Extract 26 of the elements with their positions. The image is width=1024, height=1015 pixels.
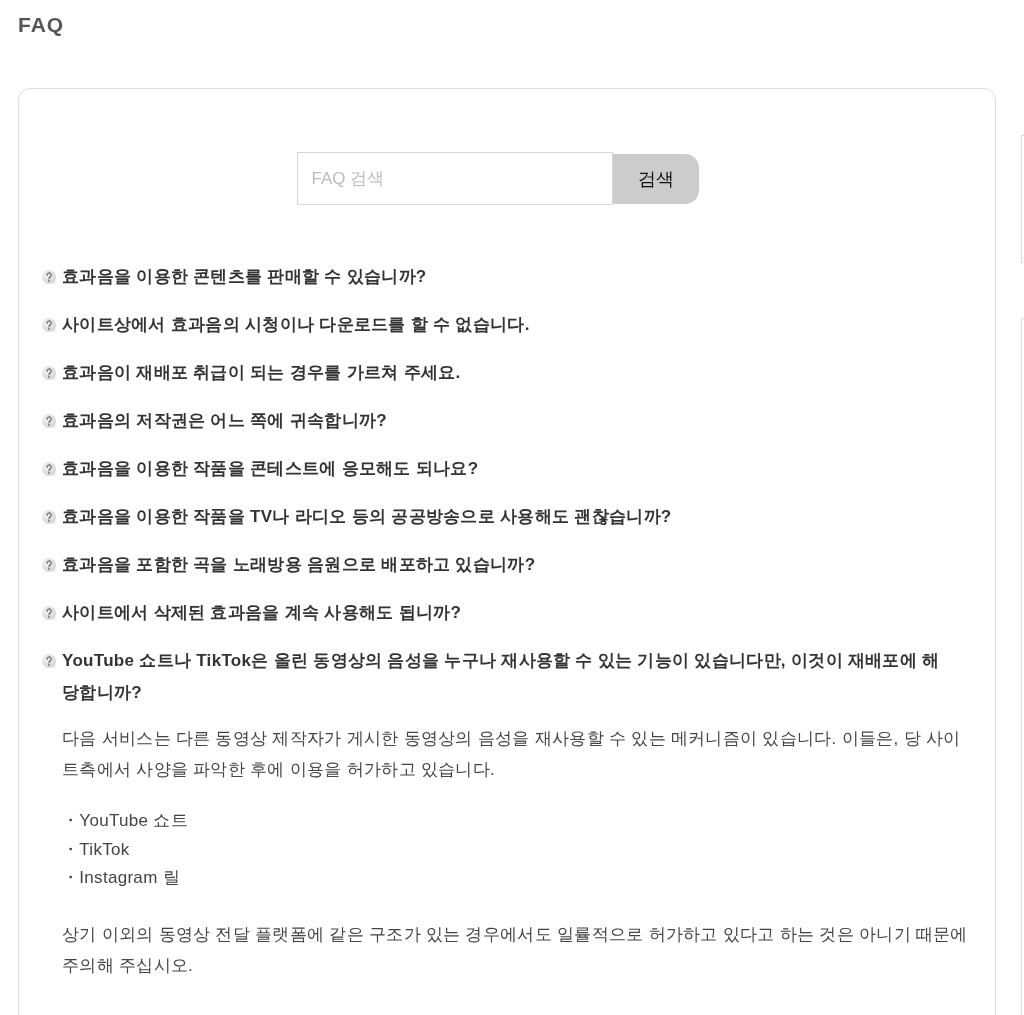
search-field[interactable]: FAQ 검색 (296, 152, 613, 205)
faq-question[interactable]: 사이트상에서 효과음의 시청이나 다운로드를 할 수 없습니다. (42, 309, 530, 341)
faq-question[interactable]: 사이트에서 삭제된 효과음을 계속 사용해도 됩니까? (42, 597, 462, 629)
question-icon (42, 462, 56, 476)
question-icon (42, 606, 56, 620)
list-item: ・Instagram 릴 (62, 867, 180, 889)
faq-question[interactable]: 효과음의 저작권은 어느 쪽에 귀속합니까? (42, 405, 387, 437)
question-icon (42, 318, 56, 332)
question-icon (42, 414, 56, 428)
search-button[interactable]: 검색 (612, 153, 699, 204)
list-item: ・YouTube 쇼트 (62, 810, 188, 832)
faq-question[interactable]: 효과음을 이용한 콘텐츠를 판매할 수 있습니까? (42, 261, 427, 293)
question-icon (42, 270, 56, 284)
question-icon (42, 558, 56, 572)
page-title: FAQ (18, 12, 65, 38)
list-item: ・TikTok (62, 838, 130, 861)
faq-question[interactable]: YouTube 쇼트나 TikTok은 올린 동영상의 음성을 누구나 재사용할 수 있는 기능이 있습니다만, 이것이 재배포에 해당합니까? (42, 645, 951, 709)
faq-question[interactable]: 효과음을 이용한 작품을 TV나 라디오 등의 공공방송으로 사용해도 괜찮습니까? (42, 501, 672, 533)
faq-question[interactable]: 효과음을 이용한 작품을 콘테스트에 응모해도 되나요? (42, 453, 479, 485)
faq-question[interactable]: 효과음이 재배포 취급이 되는 경우를 가르쳐 주세요. (42, 357, 461, 389)
question-icon (42, 366, 56, 380)
question-icon (42, 510, 56, 524)
question-icon (42, 654, 56, 668)
answer-text: 상기 이외의 동영상 전달 플랫폼에 같은 구조가 있는 경우에서도 일률적으로 허가하고 있다고 하는 것은 아니기 때문에 주의해 주십시오. (62, 923, 969, 977)
faq-question[interactable]: 효과음을 포함한 곡을 노래방용 음원으로 배포하고 있습니까? (42, 549, 536, 581)
answer-text: 다음 서비스는 다른 동영상 제작자가 게시한 동영상의 음성을 재사용할 수 있는 메커니즘이 있습니다. 이들은, 당 사이트측에서 사양을 파악한 후에 이용을 허가하고 있습니다. (62, 728, 962, 781)
